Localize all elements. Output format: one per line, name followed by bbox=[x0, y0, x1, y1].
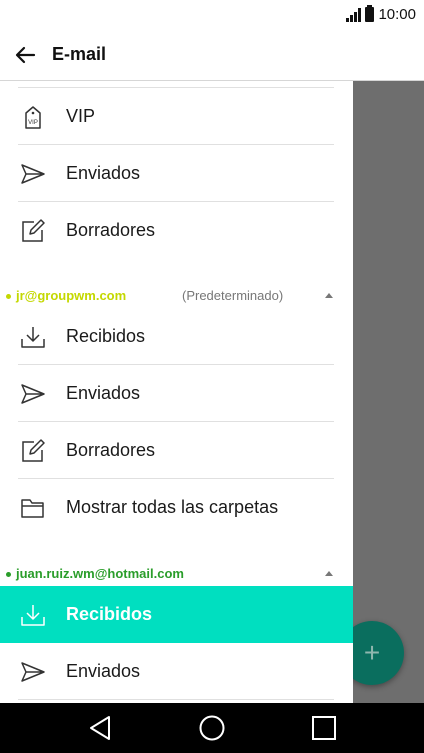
drawer-item-label: VIP bbox=[66, 106, 96, 126]
clock: 10:00 bbox=[378, 6, 416, 23]
drawer-item-label: Enviados bbox=[66, 661, 141, 681]
vip-tag-icon: VIP bbox=[20, 105, 46, 129]
drawer-item-label: Enviados bbox=[66, 383, 141, 403]
nav-home-icon[interactable] bbox=[197, 713, 227, 743]
drawer-item-sent[interactable]: Enviados bbox=[0, 145, 353, 202]
folder-icon bbox=[20, 496, 46, 520]
drawer-item-drafts[interactable]: Borradores bbox=[0, 422, 353, 479]
drawer-item-label: Recibidos bbox=[66, 604, 153, 624]
page-title: E-mail bbox=[52, 44, 107, 64]
inbox-icon bbox=[20, 325, 46, 349]
system-nav-bar bbox=[0, 703, 424, 753]
plus-icon: + bbox=[363, 637, 381, 668]
svg-text:VIP: VIP bbox=[28, 120, 38, 126]
drawer-item-all-folders[interactable]: Mostrar todas las carpetas bbox=[0, 479, 353, 536]
content-scrim[interactable] bbox=[353, 81, 424, 703]
drawer-item-vip[interactable]: VIP VIP bbox=[0, 88, 353, 145]
account-color-dot bbox=[6, 572, 11, 577]
account-header-groupwm[interactable]: jr@groupwm.com (Predeterminado) bbox=[0, 281, 353, 311]
drawer-item-sent[interactable]: Enviados bbox=[0, 643, 353, 700]
account-header-hotmail[interactable]: juan.ruiz.wm@hotmail.com bbox=[0, 559, 353, 589]
draft-icon bbox=[20, 219, 46, 243]
drawer-item-label: Mostrar todas las carpetas bbox=[66, 497, 279, 517]
divider bbox=[18, 699, 334, 700]
drawer-item-drafts[interactable]: Borradores bbox=[0, 202, 353, 259]
default-account-label: (Predeterminado) bbox=[182, 288, 284, 303]
collapse-arrow-icon[interactable] bbox=[325, 293, 333, 298]
send-icon bbox=[20, 660, 46, 684]
send-icon bbox=[20, 162, 46, 186]
drawer-item-label: Borradores bbox=[66, 440, 156, 460]
draft-icon bbox=[20, 439, 46, 463]
nav-back-icon[interactable] bbox=[86, 713, 116, 743]
battery-icon bbox=[365, 5, 375, 22]
drawer-item-label: Recibidos bbox=[66, 326, 146, 346]
signal-icon bbox=[346, 7, 362, 22]
account-color-dot bbox=[6, 294, 11, 299]
nav-recents-icon[interactable] bbox=[309, 713, 339, 743]
account-email: juan.ruiz.wm@hotmail.com bbox=[16, 566, 184, 581]
drawer-item-label: Enviados bbox=[66, 163, 141, 183]
app-bar: E-mail bbox=[0, 30, 424, 81]
inbox-icon bbox=[20, 603, 46, 627]
account-email: jr@groupwm.com bbox=[16, 288, 127, 303]
navigation-drawer: VIP VIP Enviados Borradores jr@groupwm.c… bbox=[0, 81, 353, 703]
send-icon bbox=[20, 382, 46, 406]
drawer-item-inbox-active[interactable]: Recibidos bbox=[0, 586, 353, 643]
drawer-item-sent[interactable]: Enviados bbox=[0, 365, 353, 422]
drawer-item-inbox[interactable]: Recibidos bbox=[0, 308, 353, 365]
status-icons: 10:00 bbox=[346, 5, 416, 23]
status-bar: 10:00 bbox=[0, 0, 424, 30]
collapse-arrow-icon[interactable] bbox=[325, 571, 333, 576]
back-arrow-icon[interactable] bbox=[12, 42, 38, 68]
drawer-item-label: Borradores bbox=[66, 220, 156, 240]
